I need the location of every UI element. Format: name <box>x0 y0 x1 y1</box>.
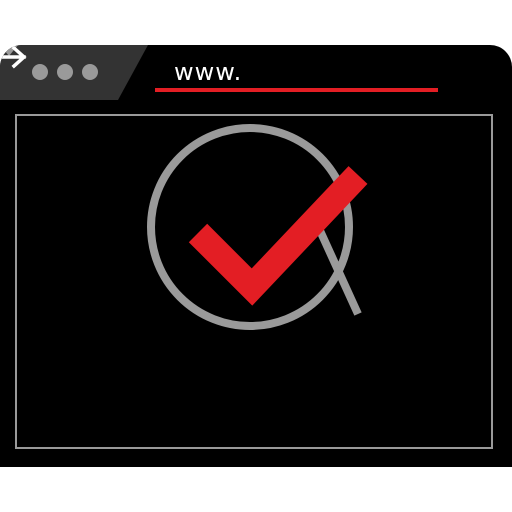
address-bar-input[interactable]: www. <box>174 56 242 88</box>
maximize-dot-icon[interactable] <box>82 64 98 80</box>
close-dot-icon[interactable] <box>32 64 48 80</box>
magnifier-check-icon <box>147 124 368 330</box>
address-bar-underline <box>155 88 438 92</box>
window-controls <box>32 64 98 80</box>
minimize-dot-icon[interactable] <box>57 64 73 80</box>
arrow-right-icon[interactable] <box>0 45 28 69</box>
title-bar: www. <box>0 45 512 100</box>
